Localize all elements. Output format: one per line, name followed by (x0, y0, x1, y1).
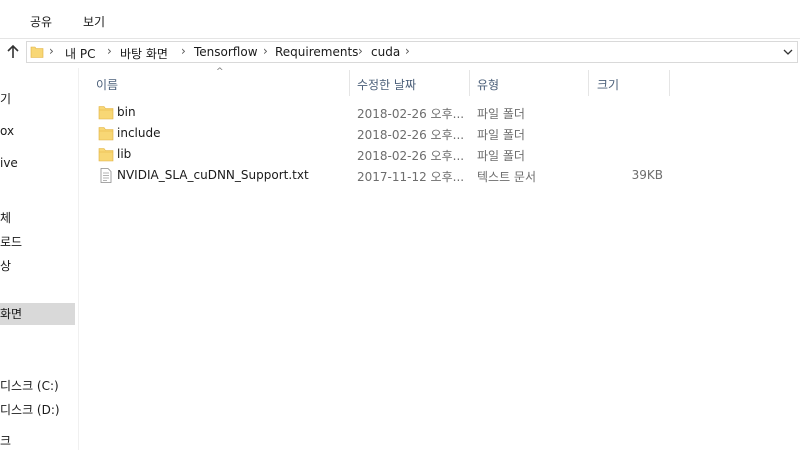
file-name[interactable]: NVIDIA_SLA_cuDNN_Support.txt (117, 168, 309, 182)
column-header-type[interactable]: 유형 (477, 76, 499, 93)
breadcrumb-separator[interactable]: › (405, 44, 410, 58)
file-date: 2017-11-12 오후... (357, 170, 465, 184)
nav-item-dropbox[interactable]: ox (0, 120, 75, 142)
tab-share[interactable]: 공유 (30, 13, 52, 30)
file-name[interactable]: lib (117, 147, 131, 161)
file-name[interactable]: bin (117, 105, 136, 119)
folder-icon (98, 148, 114, 162)
file-row[interactable]: bin 2018-02-26 오후... 파일 폴더 (96, 102, 676, 123)
chevron-down-icon[interactable] (781, 44, 795, 60)
column-header-date[interactable]: 수정한 날짜 (357, 76, 416, 93)
file-type: 파일 폴더 (477, 128, 525, 142)
breadcrumb-separator: › (49, 44, 54, 58)
folder-icon (98, 106, 114, 120)
column-divider[interactable] (588, 70, 589, 96)
file-type: 파일 폴더 (477, 149, 525, 163)
file-date: 2018-02-26 오후... (357, 128, 465, 142)
breadcrumb-tensorflow[interactable]: Tensorflow (194, 45, 258, 59)
folder-icon (98, 127, 114, 141)
file-date: 2018-02-26 오후... (357, 149, 465, 163)
breadcrumb-separator[interactable]: › (358, 44, 363, 58)
nav-item-onedrive[interactable]: ive (0, 152, 75, 174)
nav-item-videos[interactable]: 상 (0, 255, 75, 277)
column-divider[interactable] (469, 70, 470, 96)
breadcrumb-this-pc[interactable]: 내 PC (65, 45, 95, 62)
nav-item-desktop[interactable]: 화면 (0, 303, 75, 325)
breadcrumb-separator[interactable]: › (107, 44, 112, 58)
file-name[interactable]: include (117, 126, 160, 140)
file-type: 텍스트 문서 (477, 170, 537, 184)
tab-view[interactable]: 보기 (83, 13, 105, 30)
file-size: 39KB (631, 168, 663, 182)
address-bar-row: › 내 PC › 바탕 화면 › Tensorflow › Requiremen… (0, 38, 800, 68)
column-divider[interactable] (349, 70, 350, 96)
address-box[interactable]: › 내 PC › 바탕 화면 › Tensorflow › Requiremen… (26, 41, 798, 63)
breadcrumb-cuda[interactable]: cuda (371, 45, 400, 59)
column-divider[interactable] (669, 70, 670, 96)
nav-item-local-disk-c[interactable]: 디스크 (C:) (0, 375, 75, 397)
breadcrumb-separator[interactable]: › (181, 44, 186, 58)
breadcrumb-desktop[interactable]: 바탕 화면 (120, 45, 168, 62)
column-header-name[interactable]: 이름 (96, 76, 118, 93)
column-header-size[interactable]: 크기 (597, 76, 619, 93)
nav-item-quick-access[interactable]: 기 (0, 88, 75, 110)
nav-item-3d-objects[interactable]: 체 (0, 207, 75, 229)
column-header-row: ^ 이름 수정한 날짜 유형 크기 (80, 67, 800, 98)
navigation-pane: 기 ox ive 체 로드 상 화면 디스크 (C:) 디스크 (D:) 크 (0, 68, 79, 450)
nav-item-local-disk-d[interactable]: 디스크 (D:) (0, 399, 75, 421)
file-row[interactable]: lib 2018-02-26 오후... 파일 폴더 (96, 144, 676, 165)
breadcrumb-requirements[interactable]: Requirements (275, 45, 358, 59)
up-arrow-icon[interactable] (4, 43, 22, 61)
file-row[interactable]: NVIDIA_SLA_cuDNN_Support.txt 2017-11-12 … (96, 165, 676, 186)
folder-icon (30, 46, 44, 58)
file-row[interactable]: include 2018-02-26 오후... 파일 폴더 (96, 123, 676, 144)
breadcrumb-separator[interactable]: › (263, 44, 268, 58)
nav-item-network[interactable]: 크 (0, 430, 75, 452)
text-file-icon (100, 168, 112, 183)
file-type: 파일 폴더 (477, 107, 525, 121)
ribbon-tabs: · 공유 보기 (0, 0, 800, 39)
file-date: 2018-02-26 오후... (357, 107, 465, 121)
sort-ascending-icon: ^ (216, 67, 224, 77)
nav-item-downloads[interactable]: 로드 (0, 231, 75, 253)
